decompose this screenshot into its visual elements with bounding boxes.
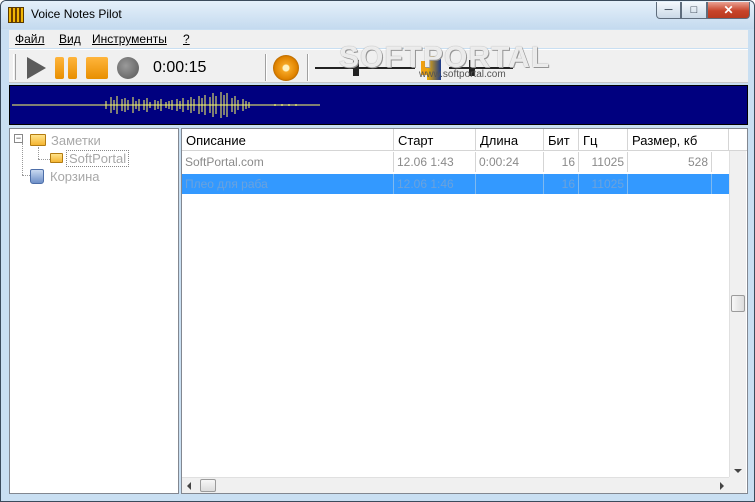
folder-open-icon [30,134,46,146]
column-header-hz[interactable]: Гц [579,129,628,151]
cell-description: Плео для раба [182,174,394,194]
cell-hz: 11025 [579,174,628,194]
volume-icon[interactable] [421,55,445,81]
slider-thumb[interactable] [353,60,359,76]
cell-hz: 11025 [579,152,628,172]
menu-view[interactable]: Вид [59,32,81,46]
settings-icon[interactable] [273,55,299,81]
scroll-right-icon[interactable] [720,482,724,490]
tree-item-label: Заметки [51,132,101,148]
tree-item-softportal[interactable]: SoftPortal [50,149,130,167]
volume-thumb[interactable] [469,60,475,76]
waveform-display[interactable] [9,85,748,125]
column-header-start[interactable]: Старт [394,129,476,151]
tree-item-recycle-bin[interactable]: Корзина [30,167,102,185]
menu-file[interactable]: Файл [15,32,45,46]
table-row-selected[interactable]: Плео для раба 12.06 1:46 16 11025 [182,174,729,194]
record-icon [117,57,139,79]
recycle-bin-icon [30,168,44,184]
cell-description: SoftPortal.com [182,152,394,172]
cell-start: 12.06 1:46 [394,174,476,194]
vertical-scrollbar[interactable] [729,151,746,477]
close-button[interactable]: ✕ [707,2,750,19]
folder-tree[interactable]: − Заметки SoftPortal Корзина [9,128,179,494]
scroll-down-icon[interactable] [734,469,742,473]
vertical-scroll-thumb[interactable] [731,295,745,312]
toolbar-separator [307,54,309,81]
app-window: Voice Notes Pilot ─ □ ✕ Файл Вид Инструм… [0,0,755,502]
cell-size [628,174,712,194]
cell-length [476,174,544,194]
title-bar[interactable]: Voice Notes Pilot ─ □ ✕ [1,1,754,29]
list-header: Описание Старт Длина Бит Гц Размер, кб [182,129,747,151]
stop-icon [86,57,108,79]
volume-slider[interactable] [449,58,513,78]
column-header-length[interactable]: Длина [476,129,544,151]
play-button[interactable] [23,55,49,81]
cell-start: 12.06 1:43 [394,152,476,172]
notes-list[interactable]: Описание Старт Длина Бит Гц Размер, кб S… [181,128,748,494]
maximize-button[interactable]: □ [681,2,707,19]
cell-bits: 16 [544,174,579,194]
toolbar-separator [265,54,267,81]
slider-track [315,67,415,69]
record-button[interactable] [115,55,141,81]
horizontal-scrollbar[interactable] [182,477,729,493]
play-icon [26,57,46,79]
tree-item-notes[interactable]: Заметки [30,131,103,149]
toolbar-grip[interactable] [13,54,16,80]
folder-icon [50,153,63,163]
cell-bits: 16 [544,152,579,172]
waveform-graph [12,92,320,118]
elapsed-time: 0:00:15 [153,59,207,76]
menu-tools[interactable]: Инструменты [92,32,167,46]
tree-collapse-icon[interactable]: − [14,134,23,143]
pause-button[interactable] [53,55,79,81]
column-header-description[interactable]: Описание [182,129,394,151]
window-title: Voice Notes Pilot [31,7,122,21]
column-header-bits[interactable]: Бит [544,129,579,151]
scroll-left-icon[interactable] [187,482,191,490]
pause-icon [55,57,77,79]
horizontal-scroll-thumb[interactable] [200,479,216,492]
tree-item-label: Корзина [50,168,100,184]
table-row[interactable]: SoftPortal.com 12.06 1:43 0:00:24 16 110… [182,152,729,172]
minimize-button[interactable]: ─ [656,2,681,19]
toolbar: 0:00:15 [9,49,748,83]
tree-item-label: SoftPortal [66,149,130,167]
cell-length: 0:00:24 [476,152,544,172]
menu-help[interactable]: ? [183,32,190,46]
volume-track [449,67,513,69]
menu-bar: Файл Вид Инструменты ? [9,30,748,48]
app-icon [8,7,24,23]
column-header-size[interactable]: Размер, кб [628,129,729,151]
playback-position-slider[interactable] [315,58,415,78]
scrollbar-corner [729,477,746,493]
stop-button[interactable] [84,55,110,81]
cell-size: 528 [628,152,712,172]
